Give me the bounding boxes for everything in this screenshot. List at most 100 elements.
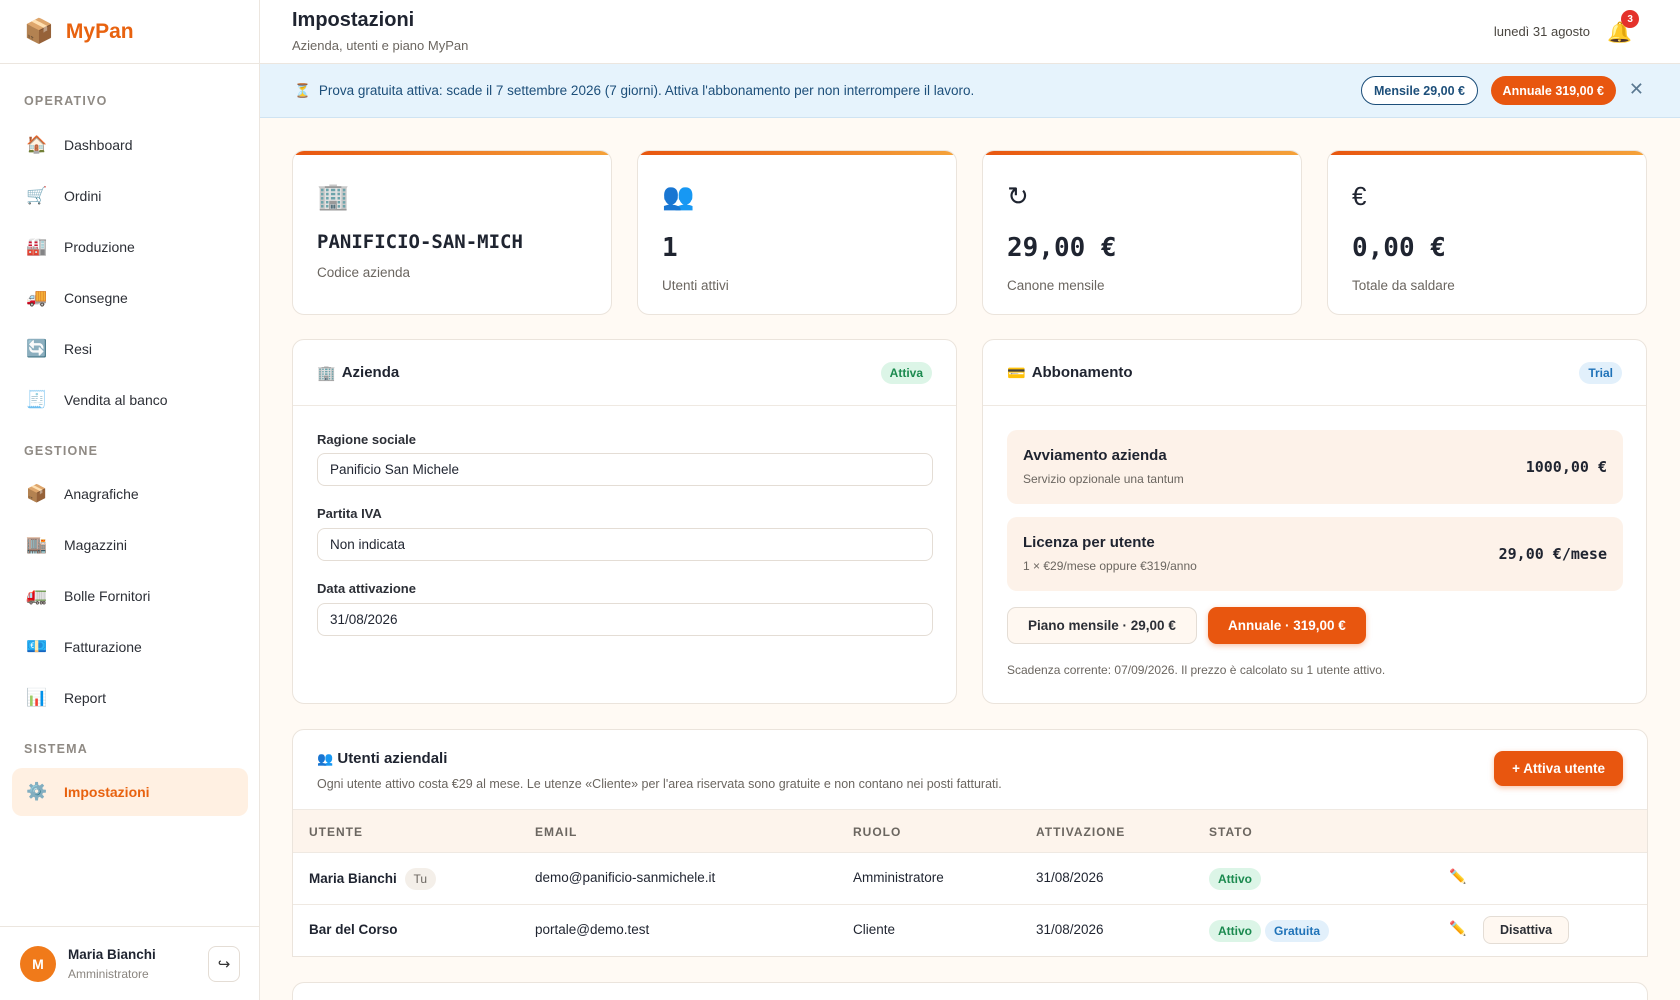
close-icon[interactable]: ✕ xyxy=(1629,79,1644,100)
sidebar-item-consegne[interactable]: 🚚 Consegne xyxy=(12,274,248,322)
credit-card-icon: 💳 xyxy=(1007,364,1026,382)
annual-plan-button[interactable]: Annuale 319,00 € xyxy=(1490,76,1616,105)
deactivate-button[interactable]: Disattiva xyxy=(1483,916,1570,944)
status-badge: Attivo xyxy=(1209,868,1261,890)
sidebar-item-label: Bolle Fornitori xyxy=(64,588,151,604)
warehouse-icon: 🏬 xyxy=(26,535,48,554)
cart-icon: 🛒 xyxy=(26,186,48,205)
section-gestione: GESTIONE xyxy=(24,444,99,458)
money-icon: 💶 xyxy=(26,637,48,656)
sidebar-item-label: Produzione xyxy=(64,239,135,255)
you-badge: Tu xyxy=(404,868,437,890)
stat-label: Totale da saldare xyxy=(1352,278,1455,293)
company-name-field[interactable]: Panificio San Michele xyxy=(317,453,933,486)
panel-header: 🏢 Azienda Attiva xyxy=(293,340,956,406)
monthly-plan-button[interactable]: Mensile 29,00 € xyxy=(1360,76,1478,105)
table-row: Maria Bianchi Tu demo@panificio-sanmiche… xyxy=(293,853,1647,905)
sidebar-item-bolle-fornitori[interactable]: 🚛 Bolle Fornitori xyxy=(12,572,248,620)
logout-button[interactable]: ↪ xyxy=(208,946,240,982)
factory-icon: 🏭 xyxy=(26,237,48,256)
stat-value: PANIFICIO-SAN-MICH xyxy=(317,231,523,253)
sidebar-item-dashboard[interactable]: 🏠 Dashboard xyxy=(12,121,248,169)
sidebar-item-ordini[interactable]: 🛒 Ordini xyxy=(12,172,248,220)
sidebar-item-label: Ordini xyxy=(64,188,102,204)
stat-value: 0,00 € xyxy=(1352,233,1446,263)
sidebar-item-resi[interactable]: 🔄 Resi xyxy=(12,325,248,373)
stat-card-company-code: 🏢 PANIFICIO-SAN-MICH Codice azienda xyxy=(292,150,612,315)
sidebar-item-vendita-banco[interactable]: 🧾 Vendita al banco xyxy=(12,376,248,424)
stat-label: Utenti attivi xyxy=(662,278,729,293)
page-subtitle: Azienda, utenti e piano MyPan xyxy=(292,38,469,53)
current-date: lunedì 31 agosto xyxy=(1493,24,1590,39)
column-header: ATTIVAZIONE xyxy=(1036,825,1126,839)
sidebar-item-label: Dashboard xyxy=(64,137,133,153)
header: Impostazioni Azienda, utenti e piano MyP… xyxy=(260,0,1680,64)
sidebar-item-magazzini[interactable]: 🏬 Magazzini xyxy=(12,521,248,569)
status-badge: Trial xyxy=(1579,362,1622,384)
receipt-icon: 🧾 xyxy=(26,390,48,409)
table-header: UTENTE EMAIL RUOLO ATTIVAZIONE STATO xyxy=(293,809,1647,853)
table-row: Bar del Corso portale@demo.test Cliente … xyxy=(293,905,1647,956)
building-icon: 🏢 xyxy=(317,181,350,211)
sidebar-item-produzione[interactable]: 🏭 Produzione xyxy=(12,223,248,271)
panel-header: 💳 Abbonamento Trial xyxy=(983,340,1646,406)
user-license-card: Licenza per utente 1 × €29/mese oppure €… xyxy=(1007,517,1623,591)
expiry-note: Scadenza corrente: 07/09/2026. Il prezzo… xyxy=(1007,663,1386,677)
hourglass-icon: ⏳ xyxy=(294,82,311,98)
role-cell: Amministratore xyxy=(853,870,944,885)
vat-field[interactable]: Non indicata xyxy=(317,528,933,561)
sidebar-item-label: Impostazioni xyxy=(64,784,150,800)
company-panel: 🏢 Azienda Attiva Ragione sociale Panific… xyxy=(292,339,957,704)
section-operativo: OPERATIVO xyxy=(24,94,108,108)
monthly-plan-button[interactable]: Piano mensile · 29,00 € xyxy=(1007,607,1197,644)
users-description: Ogni utente attivo costa €29 al mese. Le… xyxy=(317,777,1002,791)
field-label: Ragione sociale xyxy=(317,432,416,447)
user-name: Maria Bianchi xyxy=(68,946,156,962)
date-cell: 31/08/2026 xyxy=(1036,922,1104,937)
subscription-panel: 💳 Abbonamento Trial Avviamento azienda S… xyxy=(982,339,1647,704)
item-price: 29,00 €/mese xyxy=(1498,545,1607,563)
column-header: RUOLO xyxy=(853,825,902,839)
sidebar-item-label: Fatturazione xyxy=(64,639,142,655)
free-badge: Gratuita xyxy=(1265,920,1330,942)
sidebar-item-label: Consegne xyxy=(64,290,128,306)
stat-value: 29,00 € xyxy=(1007,233,1117,263)
brand[interactable]: 📦 MyPan xyxy=(0,0,259,64)
sidebar-item-impostazioni[interactable]: ⚙️ Impostazioni xyxy=(12,768,248,816)
role-cell: Cliente xyxy=(853,922,896,937)
cell-text: Maria Bianchi xyxy=(309,871,397,886)
notifications-button[interactable]: 🔔 3 xyxy=(1607,10,1640,45)
sidebar-item-label: Vendita al banco xyxy=(64,392,168,408)
item-title: Licenza per utente xyxy=(1023,534,1155,551)
edit-icon[interactable]: ✏️ xyxy=(1449,868,1466,885)
notification-badge: 3 xyxy=(1621,10,1640,28)
trial-text: Prova gratuita attiva: scade il 7 settem… xyxy=(318,83,975,98)
stat-card-active-users: 👥 1 Utenti attivi xyxy=(637,150,957,315)
column-header: UTENTE xyxy=(309,825,363,839)
sidebar-item-fatturazione[interactable]: 💶 Fatturazione xyxy=(12,623,248,671)
add-user-button[interactable]: + Attiva utente xyxy=(1494,751,1623,786)
panel-title: Azienda xyxy=(341,364,400,381)
stat-label: Codice azienda xyxy=(317,265,411,280)
sidebar: 📦 MyPan OPERATIVO 🏠 Dashboard 🛒 Ordini 🏭 Pr… xyxy=(0,0,260,1000)
home-icon: 🏠 xyxy=(26,135,48,154)
date-cell: 31/08/2026 xyxy=(1036,870,1104,885)
stat-card-monthly-fee: ↻ 29,00 € Canone mensile xyxy=(982,150,1302,315)
sidebar-item-report[interactable]: 📊 Report xyxy=(12,674,248,722)
item-title: Avviamento azienda xyxy=(1023,447,1167,464)
box-logo-icon: 📦 xyxy=(24,18,54,45)
gear-icon: ⚙️ xyxy=(26,782,48,801)
next-panel xyxy=(292,982,1648,1000)
chart-icon: 📊 xyxy=(26,688,48,707)
annual-plan-button[interactable]: Annuale · 319,00 € xyxy=(1208,607,1366,644)
column-header: STATO xyxy=(1209,825,1253,839)
field-label: Partita IVA xyxy=(317,506,382,521)
edit-icon[interactable]: ✏️ xyxy=(1449,920,1466,937)
activation-date-field[interactable]: 31/08/2026 xyxy=(317,603,933,636)
status-cell: Attivo xyxy=(1209,868,1265,890)
stat-value: 1 xyxy=(662,233,678,263)
sidebar-item-anagrafiche[interactable]: 📦 Anagrafiche xyxy=(12,470,248,518)
panel-title: Utenti aziendali xyxy=(337,750,448,767)
sidebar-item-label: Magazzini xyxy=(64,537,128,553)
lorry-icon: 🚛 xyxy=(26,586,48,605)
